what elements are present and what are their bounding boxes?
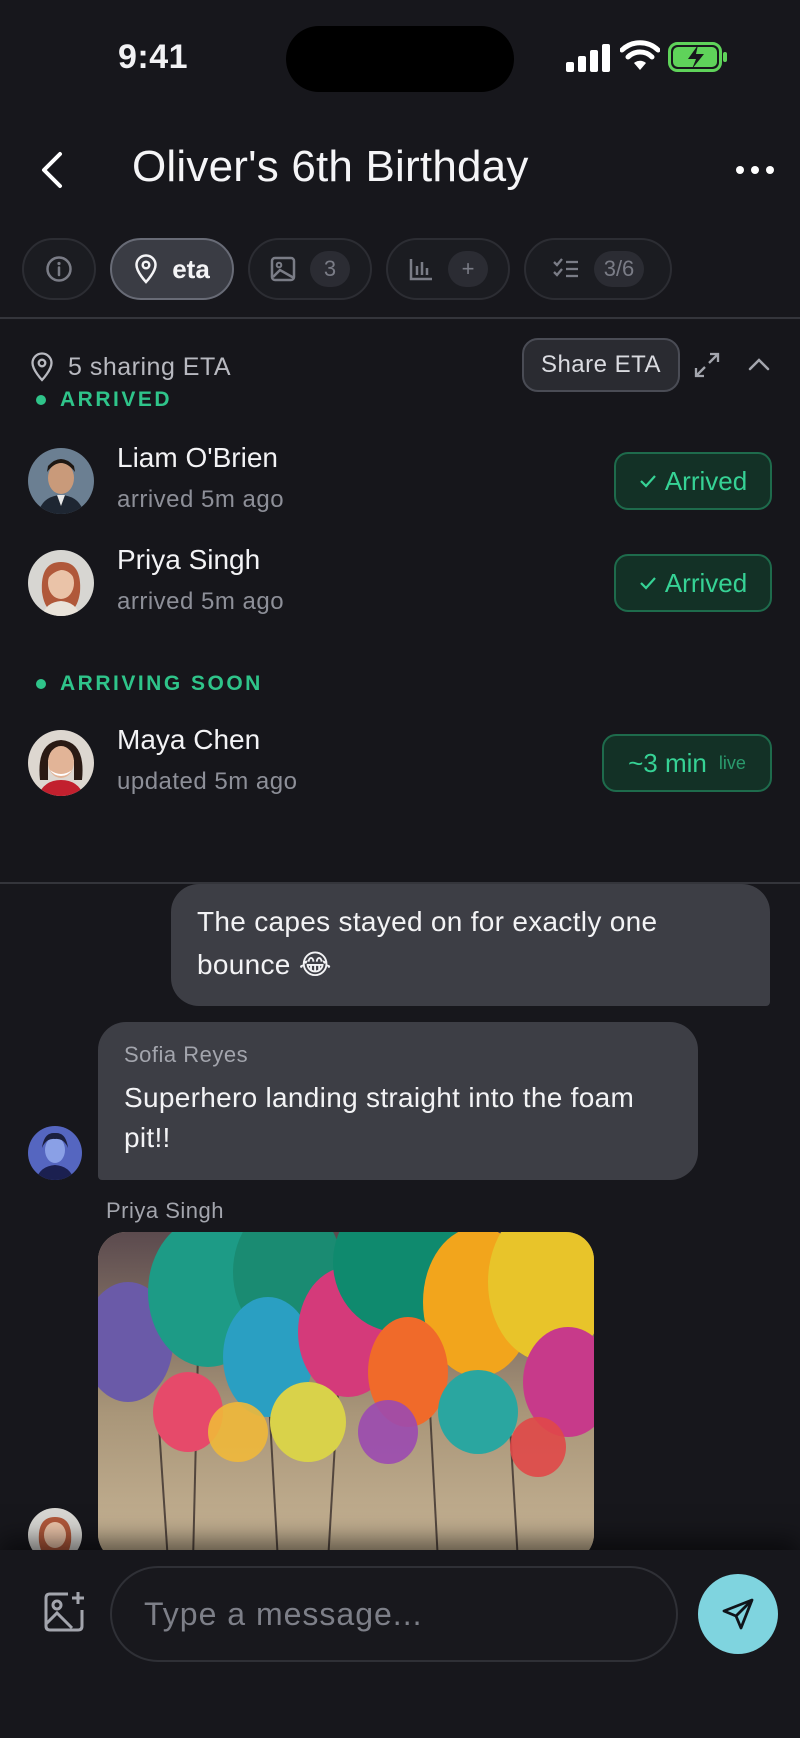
eta-summary: 5 sharing ETA — [30, 352, 231, 382]
more-options-button[interactable] — [730, 150, 780, 190]
more-horizontal-icon — [736, 166, 774, 174]
share-eta-button[interactable]: Share ETA — [522, 338, 680, 392]
person-status: arrived 5m ago — [117, 588, 285, 615]
checklist-icon — [552, 258, 578, 278]
chat-messages[interactable]: The capes stayed on for exactly one boun… — [0, 884, 800, 1550]
tab-polls[interactable]: + — [386, 238, 510, 300]
tab-photos-count: 3 — [310, 251, 350, 287]
person-status: arrived 5m ago — [117, 486, 285, 513]
status-dot — [36, 395, 46, 405]
eta-summary-text: 5 sharing ETA — [68, 352, 232, 381]
arrived-badge: Arrived — [614, 554, 772, 612]
dynamic-island — [286, 26, 514, 92]
tab-photos[interactable]: 3 — [248, 238, 372, 300]
status-dot — [36, 679, 46, 689]
send-button[interactable] — [698, 1574, 778, 1654]
person-name: Liam O'Brien — [117, 442, 278, 473]
outgoing-message[interactable]: The capes stayed on for exactly one boun… — [171, 884, 770, 1006]
photo-image — [98, 1232, 594, 1550]
location-pin-icon — [135, 254, 157, 284]
status-bar: 9:41 — [0, 0, 800, 110]
tab-polls-count: + — [448, 251, 488, 287]
location-pin-icon — [31, 352, 53, 382]
info-icon — [46, 256, 72, 282]
incoming-message[interactable]: Sofia Reyes Superhero landing straight i… — [98, 1022, 698, 1180]
battery-charging-icon — [668, 42, 727, 72]
chat-header: Oliver's 6th Birthday — [0, 120, 800, 220]
wifi-icon — [620, 40, 660, 70]
message-sender: Priya Singh — [106, 1198, 225, 1223]
person-name: Maya Chen — [117, 724, 261, 755]
message-text: Superhero landing straight into the foam… — [124, 1082, 635, 1153]
avatar — [28, 550, 94, 616]
tab-tasks[interactable]: 3/6 — [524, 238, 672, 300]
person-status: updated 5m ago — [117, 768, 298, 795]
balloons-photo[interactable] — [98, 1232, 594, 1550]
message-composer — [0, 1550, 800, 1738]
image-icon — [270, 256, 296, 282]
section-label-arriving-soon: ARRIVING SOON — [36, 672, 263, 696]
send-icon — [722, 1598, 754, 1630]
message-sender: Sofia Reyes — [124, 1042, 249, 1067]
chevron-up-icon[interactable] — [744, 350, 774, 380]
page-title: Oliver's 6th Birthday — [132, 142, 529, 191]
expand-icon[interactable] — [692, 350, 722, 380]
checkmark-icon — [640, 577, 656, 590]
tab-bar: eta 3 + 3/6 — [22, 238, 672, 302]
arrived-badge: Arrived — [614, 452, 772, 510]
tab-info[interactable] — [22, 238, 96, 300]
divider — [0, 317, 800, 319]
eta-row[interactable]: Priya Singh arrived 5m ago Arrived — [28, 544, 778, 616]
eta-row[interactable]: Maya Chen updated 5m ago ~3 min live — [28, 724, 778, 796]
tab-eta[interactable]: eta — [110, 238, 234, 300]
avatar — [28, 730, 94, 796]
back-button[interactable] — [30, 142, 74, 198]
message-input[interactable] — [110, 1566, 678, 1662]
eta-row[interactable]: Liam O'Brien arrived 5m ago Arrived — [28, 442, 778, 514]
section-label-arrived: ARRIVED — [36, 388, 172, 412]
eta-live-badge: ~3 min live — [602, 734, 772, 792]
avatar[interactable] — [28, 1508, 82, 1550]
eta-panel: 5 sharing ETA Share ETA ARRIVED Liam O'B… — [0, 320, 800, 882]
person-name: Priya Singh — [117, 544, 261, 575]
chevron-left-icon — [42, 152, 62, 188]
avatar[interactable] — [28, 1126, 82, 1180]
status-time: 9:41 — [118, 38, 189, 76]
avatar — [28, 448, 94, 514]
live-tag: live — [718, 752, 746, 773]
tab-tasks-count: 3/6 — [593, 251, 645, 287]
add-image-icon[interactable] — [42, 1590, 86, 1634]
cellular-signal-icon — [566, 44, 610, 72]
bar-chart-icon — [409, 259, 432, 281]
checkmark-icon — [640, 475, 656, 488]
tab-eta-label: eta — [172, 253, 210, 284]
